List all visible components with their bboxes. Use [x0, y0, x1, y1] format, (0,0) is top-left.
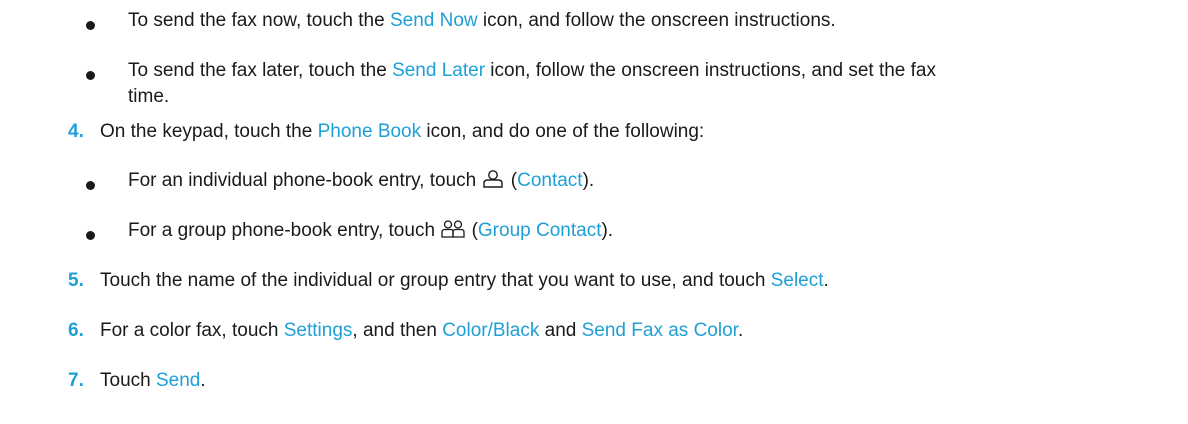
bullet-marker	[86, 181, 95, 190]
contact-text-3: ).	[582, 170, 595, 191]
step-number: 5.	[68, 270, 84, 291]
group-contact-text-3: ).	[601, 220, 614, 241]
bullet-marker	[86, 231, 95, 240]
group-contact-text-2: (	[466, 220, 478, 241]
send-now-link[interactable]: Send Now	[390, 10, 478, 31]
step-6-text-4: .	[737, 320, 744, 341]
send-fax-as-color-link[interactable]: Send Fax as Color	[582, 320, 738, 341]
send-later-text-2: icon, follow the onscreen instructions, …	[485, 60, 937, 81]
step-number: 6.	[68, 320, 84, 341]
step-number: 7.	[68, 370, 84, 391]
select-link[interactable]: Select	[771, 270, 824, 291]
send-now-text-2: icon, and follow the onscreen instructio…	[477, 10, 836, 31]
phone-book-link[interactable]: Phone Book	[318, 121, 422, 142]
instructions-page: To send the fax now, touch the Send Now …	[0, 0, 1188, 424]
bullet-marker	[86, 21, 95, 30]
group-contact-link[interactable]: Group Contact	[478, 220, 602, 241]
send-link[interactable]: Send	[156, 370, 200, 391]
step-7-text-2: .	[200, 370, 206, 391]
step-5-text-1: Touch the name of the individual or grou…	[100, 270, 771, 291]
settings-link[interactable]: Settings	[284, 320, 353, 341]
group-contact-text-1: For a group phone-book entry, touch	[128, 220, 441, 241]
group-contact-icon[interactable]	[441, 219, 465, 239]
contact-link[interactable]: Contact	[517, 170, 582, 191]
send-later-continuation: time.	[128, 86, 170, 107]
send-later-text-1: To send the fax later, touch the	[128, 60, 393, 81]
step-6-text-3: and	[539, 320, 582, 341]
step-6-text-1: For a color fax, touch	[100, 320, 284, 341]
send-later-link[interactable]: Send Later	[392, 60, 485, 81]
send-now-text-1: To send the fax now, touch the	[128, 10, 390, 31]
step-7-text-1: Touch	[100, 370, 156, 391]
contact-text-2: (	[505, 170, 518, 191]
step-4-text-2: icon, and do one of the following:	[421, 121, 705, 142]
step-4-text-1: On the keypad, touch the	[100, 121, 318, 142]
color-black-link[interactable]: Color/Black	[442, 320, 539, 341]
step-6-text-2: , and then	[352, 320, 443, 341]
step-5-text-2: .	[823, 270, 829, 291]
contact-text-1: For an individual phone-book entry, touc…	[128, 170, 482, 191]
bullet-marker	[86, 71, 95, 80]
step-number: 4.	[68, 121, 84, 142]
contact-icon[interactable]	[482, 169, 504, 189]
